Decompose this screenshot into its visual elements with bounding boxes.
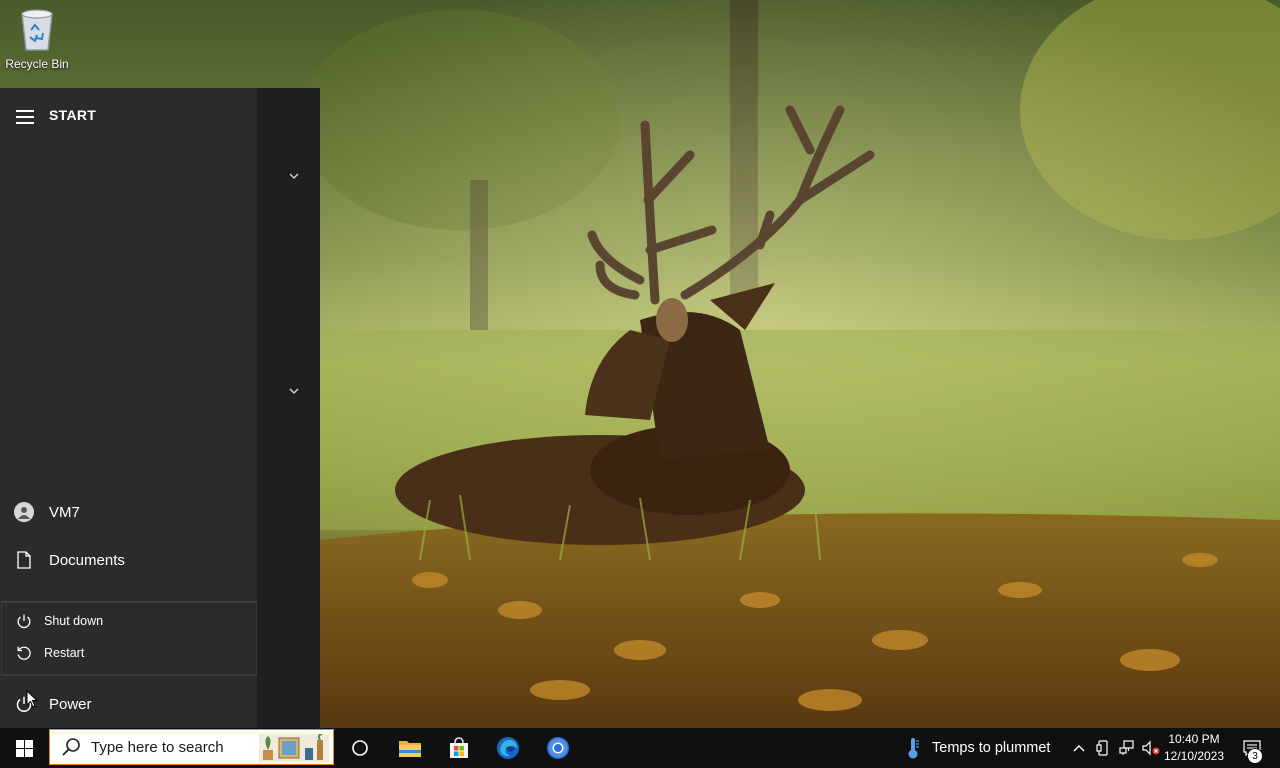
device-tray-button[interactable] [1092,728,1114,768]
store-icon [450,737,468,758]
volume-muted-icon [1142,740,1160,756]
clock-date: 12/10/2023 [1163,749,1225,763]
start-menu-rail: START VM7 Documents Shut down Restart Po… [0,88,257,728]
taskbar-clock[interactable]: 10:40 PM 12/10/2023 [1160,731,1228,765]
thermometer-icon [908,738,919,759]
chevron-up-icon [1073,745,1085,752]
microsoft-store-button[interactable] [439,728,479,768]
notification-count-badge: 3 [1247,748,1263,764]
chrome-browser-button[interactable] [538,728,578,768]
device-icon [1096,740,1108,756]
edge-icon [497,737,519,759]
file-explorer-button[interactable] [390,728,430,768]
search-input[interactable] [89,737,263,757]
power-icon [17,614,31,628]
shut-down-option[interactable]: Shut down [1,606,257,636]
taskbar-search-box[interactable] [49,729,334,765]
weather-widget[interactable]: Temps to plummet [906,728,1061,768]
start-user-account[interactable]: VM7 [0,490,257,534]
network-tray-button[interactable] [1116,728,1138,768]
user-name-label: VM7 [49,503,80,521]
clock-time: 10:40 PM [1168,732,1220,746]
start-tiles-area [257,88,320,728]
show-hidden-icons-button[interactable] [1068,728,1090,768]
task-view-icon [352,740,368,756]
taskbar: Temps to plummet 10:40 PM 12/10/2023 [0,728,1280,768]
chevron-down-icon[interactable] [288,385,300,397]
recycle-bin-label: Recycle Bin [5,57,69,71]
restart-icon [17,646,31,660]
edge-browser-button[interactable] [488,728,528,768]
start-documents[interactable]: Documents [0,538,257,582]
hamburger-menu-icon[interactable] [16,110,34,124]
document-icon [17,551,31,569]
weather-text: Temps to plummet [932,740,1051,756]
folder-icon [399,741,421,757]
shut-down-label: Shut down [44,614,104,628]
start-button[interactable] [0,728,48,768]
chevron-down-icon[interactable] [288,170,300,182]
network-icon [1119,740,1134,755]
task-view-button[interactable] [340,728,380,768]
power-label: Power [49,695,92,713]
mouse-cursor-icon [26,690,38,708]
start-menu-title: START [49,107,97,123]
power-options-flyout: Shut down Restart [1,601,257,676]
recycle-bin-shortcut[interactable]: Recycle Bin [4,6,70,76]
start-menu: START VM7 Documents Shut down Restart Po… [0,88,320,728]
search-icon [62,738,80,756]
restart-label: Restart [44,646,85,660]
search-highlight-illustration-icon [259,734,329,762]
start-power-button[interactable]: Power [0,682,257,726]
chrome-icon [547,737,569,759]
documents-label: Documents [49,551,125,569]
windows-logo-icon [15,739,33,757]
user-avatar-icon [14,502,34,522]
recycle-bin-icon [21,9,53,51]
restart-option[interactable]: Restart [1,638,257,668]
volume-tray-button[interactable] [1140,728,1162,768]
